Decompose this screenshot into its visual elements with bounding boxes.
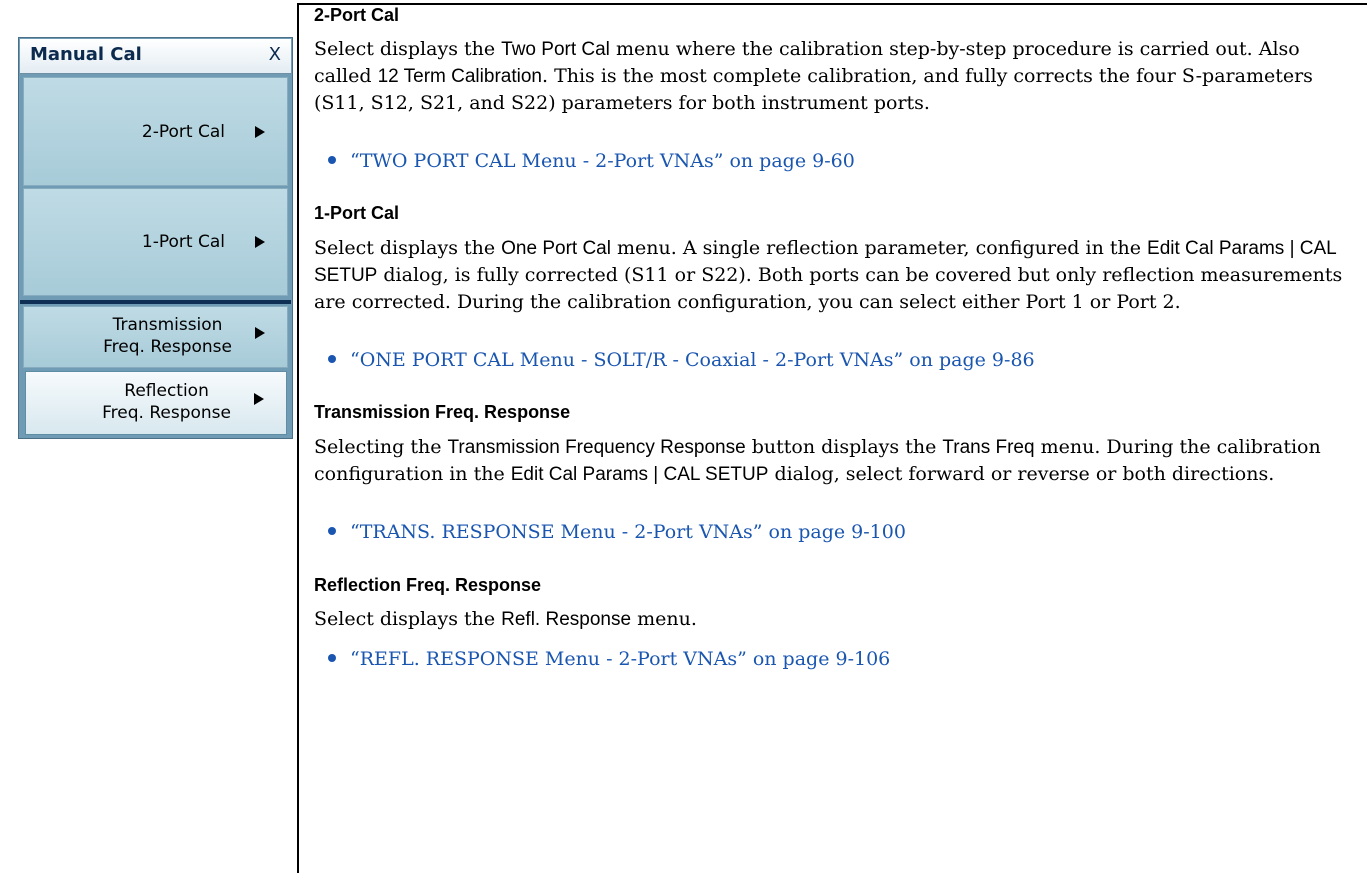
section-body: Selecting the Transmission Frequency Res… [314, 434, 1354, 488]
section-heading: Reflection Freq. Response [314, 575, 542, 595]
cross-reference-link[interactable]: “REFL. RESPONSE Menu - 2-Port VNAs” on p… [350, 648, 890, 670]
text-run: menu. A single reflection parameter, con… [610, 237, 1148, 259]
ui-term: Edit Cal Params | CAL SETUP [510, 464, 769, 485]
text-run: Selecting the [314, 436, 448, 458]
column-divider [297, 3, 299, 873]
button-label-line1: Reflection [124, 381, 209, 401]
button-label-line2: Freq. Response [102, 403, 231, 423]
text-run: Select displays the [314, 608, 502, 630]
ui-term: Refl. Response [501, 609, 632, 630]
button-label-line2: Freq. Response [103, 337, 232, 357]
two-port-cal-button[interactable]: 2-Port Cal [23, 77, 288, 186]
bullet-icon [328, 355, 336, 363]
section-body: Select displays the One Port Cal menu. A… [314, 235, 1354, 316]
text-run: dialog, select forward or reverse or bot… [768, 463, 1275, 485]
cross-reference-link[interactable]: “ONE PORT CAL Menu - SOLT/R - Coaxial - … [350, 349, 1035, 371]
transmission-freq-response-button[interactable]: Transmission Freq. Response [23, 306, 288, 368]
menu-title-bar: Manual Cal X [20, 39, 291, 74]
menu-title: Manual Cal [30, 44, 142, 65]
section-heading: Transmission Freq. Response [314, 402, 571, 422]
bullet-icon [328, 527, 336, 535]
button-label: 1-Port Cal [141, 232, 225, 252]
list-item: “TWO PORT CAL Menu - 2-Port VNAs” on pag… [328, 148, 855, 175]
top-rule [297, 3, 1367, 5]
button-label: 2-Port Cal [141, 122, 225, 142]
section-heading: 1-Port Cal [314, 203, 400, 223]
cross-reference-link[interactable]: “TWO PORT CAL Menu - 2-Port VNAs” on pag… [350, 150, 855, 172]
list-item: “REFL. RESPONSE Menu - 2-Port VNAs” on p… [328, 646, 890, 673]
menu-separator [20, 300, 291, 304]
submenu-arrow-icon [255, 126, 265, 138]
text-run: menu. [631, 608, 697, 630]
ui-term: 12 Term Calibration [377, 66, 542, 87]
close-button[interactable]: X [269, 44, 281, 65]
list-item: “TRANS. RESPONSE Menu - 2-Port VNAs” on … [328, 519, 906, 546]
ui-term: Transmission Frequency Response [447, 437, 746, 458]
text-run: Select displays the [314, 38, 502, 60]
ui-term: One Port Cal [501, 238, 611, 259]
bullet-icon [328, 156, 336, 164]
ui-term: Trans Freq [942, 437, 1035, 458]
text-run: dialog, is fully corrected (S11 or S22).… [314, 264, 1343, 313]
cross-reference-link[interactable]: “TRANS. RESPONSE Menu - 2-Port VNAs” on … [350, 521, 906, 543]
one-port-cal-button[interactable]: 1-Port Cal [23, 188, 288, 296]
button-label: Reflection Freq. Response [102, 380, 231, 424]
list-item: “ONE PORT CAL Menu - SOLT/R - Coaxial - … [328, 347, 1035, 374]
section-heading: 2-Port Cal [314, 5, 400, 25]
button-label: Transmission Freq. Response [103, 314, 232, 358]
reflection-freq-response-button[interactable]: Reflection Freq. Response [25, 371, 287, 435]
submenu-arrow-icon [255, 327, 265, 339]
submenu-arrow-icon [254, 393, 264, 405]
section-body: Select displays the Refl. Response menu. [314, 606, 1354, 633]
text-run: Select displays the [314, 237, 502, 259]
ui-term: Two Port Cal [501, 39, 610, 60]
manual-cal-menu: Manual Cal X 2-Port Cal 1-Port Cal Trans… [18, 37, 293, 439]
button-label-line1: Transmission [112, 315, 223, 335]
bullet-icon [328, 654, 336, 662]
text-run: button displays the [745, 436, 943, 458]
submenu-arrow-icon [255, 236, 265, 248]
section-body: Select displays the Two Port Cal menu wh… [314, 36, 1354, 117]
